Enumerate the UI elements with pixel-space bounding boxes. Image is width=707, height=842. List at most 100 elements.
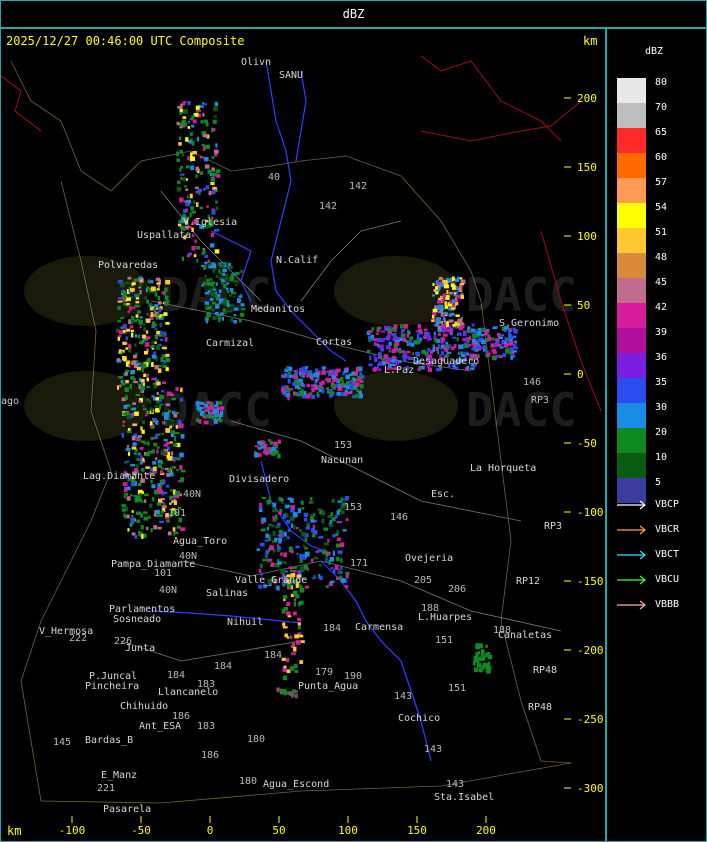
radar-echo [172,527,176,532]
radar-echo [339,376,344,381]
radar-echo [443,323,447,328]
radar-echo [261,521,264,525]
radar-echo [131,329,134,332]
radar-echo [330,567,333,570]
radar-echo [125,362,129,367]
radar-echo [293,370,297,373]
radar-echo [146,385,151,389]
radar-echo [140,455,143,459]
y-tick-label: 50 [577,299,590,312]
place-label: La Horqueta [470,463,536,474]
radar-echo [179,452,184,458]
radar-echo [281,689,285,695]
radar-echo [124,387,129,392]
radar-echo [130,369,135,375]
radar-echo [321,380,325,385]
radar-echo [220,263,226,266]
radar-map[interactable]: DACC DACC DACC DACC [1,29,606,842]
radar-echo [185,137,189,142]
route-label: 205 [414,575,432,586]
radar-echo [211,156,215,159]
radar-echo [340,497,344,502]
radar-echo [441,298,445,303]
place-label: L.Paz [384,365,414,376]
radar-echo [345,381,350,386]
radar-echo [457,276,460,280]
radar-echo [345,518,349,522]
radar-echo [494,342,498,348]
radar-echo [156,330,160,335]
radar-echo [210,232,215,238]
radar-echo [121,508,126,512]
radar-echo [498,336,504,340]
route-label: 145 [53,737,71,748]
radar-echo [274,537,278,543]
radar-echo [286,691,292,694]
radar-echo [281,388,285,393]
radar-echo [287,378,291,384]
radar-echo [147,302,152,306]
radar-echo [301,389,305,394]
radar-echo [125,369,130,373]
radar-echo [127,344,132,349]
radar-echo [314,378,318,383]
radar-echo [159,470,163,474]
legend-swatch [617,453,646,478]
radar-echo [138,276,143,280]
place-label: Divisadero [229,474,289,485]
x-tick-label: -100 [59,824,86,837]
radar-echo [191,245,196,251]
radar-echo [179,197,184,203]
radar-echo [153,513,157,517]
radar-echo [513,346,518,350]
radar-echo [172,456,177,460]
radar-echo [230,288,234,293]
radar-echo [208,405,214,411]
radar-echo [326,551,331,555]
radar-echo [206,278,210,282]
radar-echo [154,292,158,297]
radar-echo [477,328,482,332]
radar-echo [312,530,318,535]
radar-echo [477,331,482,336]
radar-echo [407,340,412,344]
radar-echo [393,324,398,330]
radar-echo [156,381,161,386]
radar-echo [460,294,465,300]
radar-echo [366,349,371,353]
radar-echo [177,420,182,425]
radar-echo [175,424,179,429]
radar-echo [219,410,224,416]
radar-echo [219,272,223,276]
radar-echo [457,351,460,356]
radar-echo [153,308,157,313]
radar-echo [323,527,329,531]
radar-echo [132,423,138,426]
radar-echo [125,379,129,384]
radar-echo [312,524,315,529]
radar-map-panel[interactable]: DACC DACC DACC DACC [0,28,606,842]
radar-echo [296,640,301,645]
place-label: S.Geronimo [499,318,559,329]
radar-echo [393,347,399,351]
radar-echo [149,407,153,411]
radar-echo [160,330,163,335]
radar-echo [256,548,261,551]
radar-echo [273,441,278,446]
radar-echo [274,564,278,568]
radar-echo [230,273,235,277]
radar-echo [431,319,435,323]
route-label: 40N [179,551,197,562]
radar-echo [163,503,166,506]
radar-echo [321,511,326,516]
radar-echo [146,286,150,290]
radar-echo [211,209,216,215]
radar-echo [296,382,302,386]
radar-echo [239,269,244,273]
radar-echo [492,326,497,329]
radar-echo [204,261,208,265]
place-label: Nihuil [227,617,263,628]
radar-echo [180,527,186,532]
radar-echo [224,277,228,281]
radar-echo [195,174,198,179]
